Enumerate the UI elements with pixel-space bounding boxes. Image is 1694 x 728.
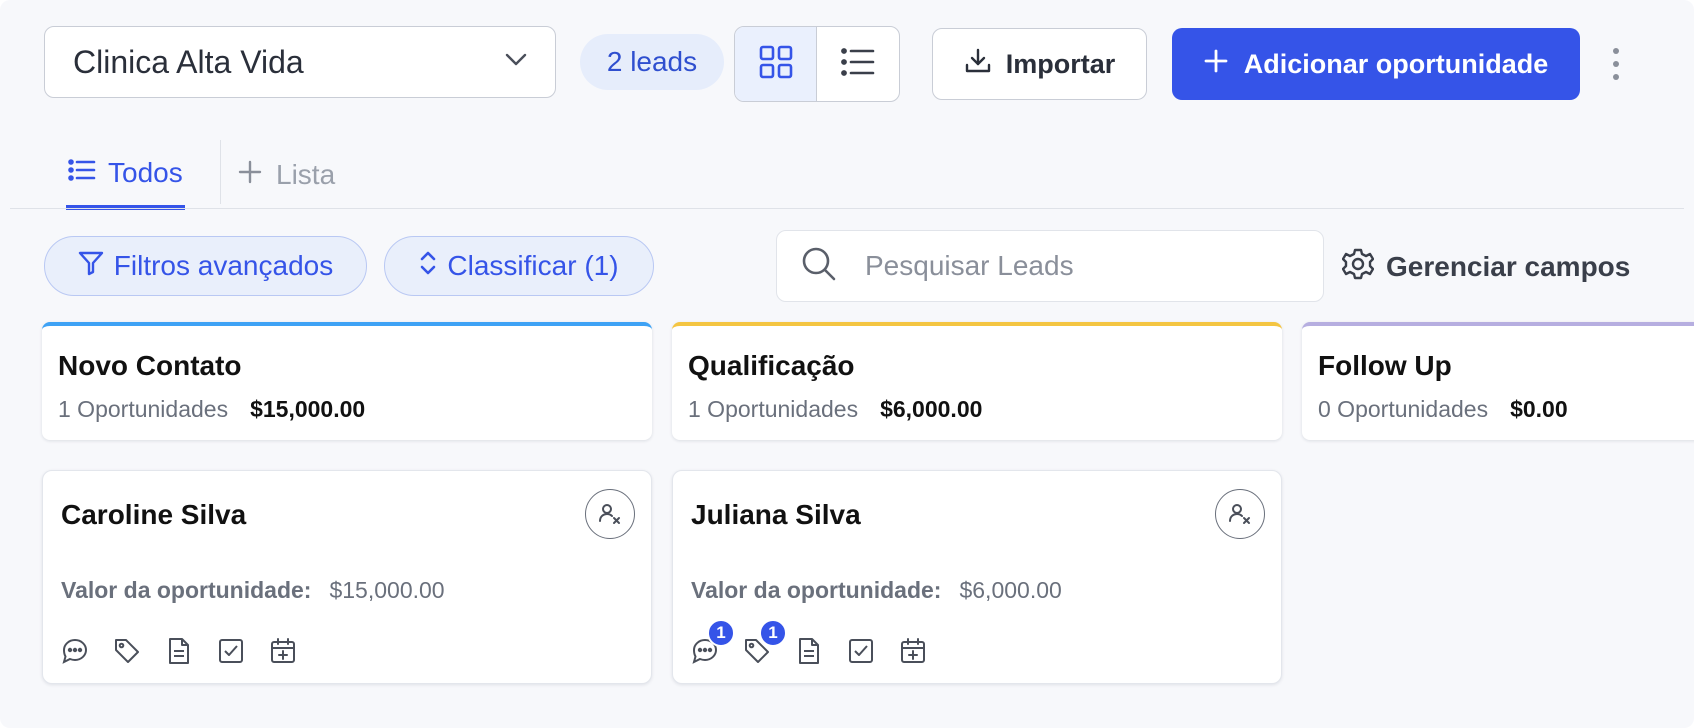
stage-header-qualificacao: Qualificação 1 Oportunidades $6,000.00 [672,322,1282,440]
opportunity-value-label: Valor da oportunidade: [61,577,312,603]
stage-header-follow-up: Follow Up 0 Oportunidades $0.00 [1302,322,1694,440]
chevron-down-icon [505,53,527,72]
gear-icon [1341,248,1375,287]
lead-name: Caroline Silva [61,499,247,530]
sort-label: Classificar (1) [447,250,619,281]
stage-amount: $15,000.00 [250,396,366,422]
opportunity-value-label: Valor da oportunidade: [691,577,942,603]
unassigned-user-icon[interactable] [1215,489,1265,539]
tag-icon[interactable]: 1 [743,619,787,665]
list-view-icon [841,47,875,82]
stage-count: 1 Oportunidades [688,396,859,422]
tab-divider [220,140,221,204]
view-toggle [734,26,900,102]
tags-count-badge: 1 [759,619,787,647]
task-icon[interactable] [217,637,245,665]
chat-icon[interactable]: 1 [691,619,735,665]
list-icon [68,157,96,189]
pipeline-select[interactable]: Clinica Alta Vida [44,26,556,98]
opportunity-card[interactable]: Caroline Silva Valor da oportunidade: $1… [42,470,652,684]
import-button[interactable]: Importar [932,28,1147,100]
plus-icon [1204,49,1228,80]
task-icon[interactable] [847,637,875,665]
opportunities-board: Clinica Alta Vida 2 leads Importar Adici… [0,0,1694,728]
note-icon[interactable] [795,637,823,665]
pipeline-select-value: Clinica Alta Vida [73,43,304,80]
manage-fields-button[interactable]: Gerenciar campos [1341,244,1631,290]
opportunity-value: $15,000.00 [329,577,445,603]
opportunity-value: $6,000.00 [959,577,1062,603]
add-opportunity-label: Adicionar oportunidade [1243,48,1549,79]
lead-name: Juliana Silva [691,499,861,530]
tab-add-lista[interactable]: Lista [238,150,335,200]
tab-todos[interactable]: Todos [66,148,185,210]
conversations-count-badge: 1 [707,619,735,647]
advanced-filters-label: Filtros avançados [113,250,334,281]
filter-icon [78,250,104,283]
sort-icon [419,250,437,283]
tabs-divider [10,208,1684,209]
manage-fields-label: Gerenciar campos [1386,251,1631,282]
tab-todos-label: Todos [108,156,183,188]
chat-icon[interactable] [61,637,89,665]
stage-header-novo-contato: Novo Contato 1 Oportunidades $15,000.00 [42,322,652,440]
stage-amount: $0.00 [1510,396,1568,422]
stage-amount: $6,000.00 [880,396,983,422]
download-icon [964,47,992,82]
advanced-filters-button[interactable]: Filtros avançados [44,236,367,296]
search-icon [801,246,837,287]
tab-lista-label: Lista [276,159,336,190]
stage-count: 0 Oportunidades [1318,396,1489,422]
stage-name: Follow Up [1318,350,1452,381]
add-opportunity-button[interactable]: Adicionar oportunidade [1172,28,1580,100]
unassigned-user-icon[interactable] [585,489,635,539]
calendar-add-icon[interactable] [269,637,297,665]
leads-count-badge: 2 leads [580,34,724,90]
plus-icon [238,159,262,191]
stage-name: Qualificação [688,350,855,381]
opportunity-card[interactable]: Juliana Silva Valor da oportunidade: $6,… [672,470,1282,684]
note-icon[interactable] [165,637,193,665]
search-input[interactable] [865,250,1285,282]
grid-view-button[interactable] [735,27,817,101]
grid-view-icon [759,45,793,84]
import-button-label: Importar [1005,48,1116,79]
calendar-add-icon[interactable] [899,637,927,665]
sort-button[interactable]: Classificar (1) [384,236,654,296]
stage-count: 1 Oportunidades [58,396,229,422]
search-box [776,230,1324,302]
kebab-menu-icon[interactable] [1604,40,1628,88]
list-view-button[interactable] [817,27,899,101]
stage-name: Novo Contato [58,350,242,381]
tag-icon[interactable] [113,637,141,665]
